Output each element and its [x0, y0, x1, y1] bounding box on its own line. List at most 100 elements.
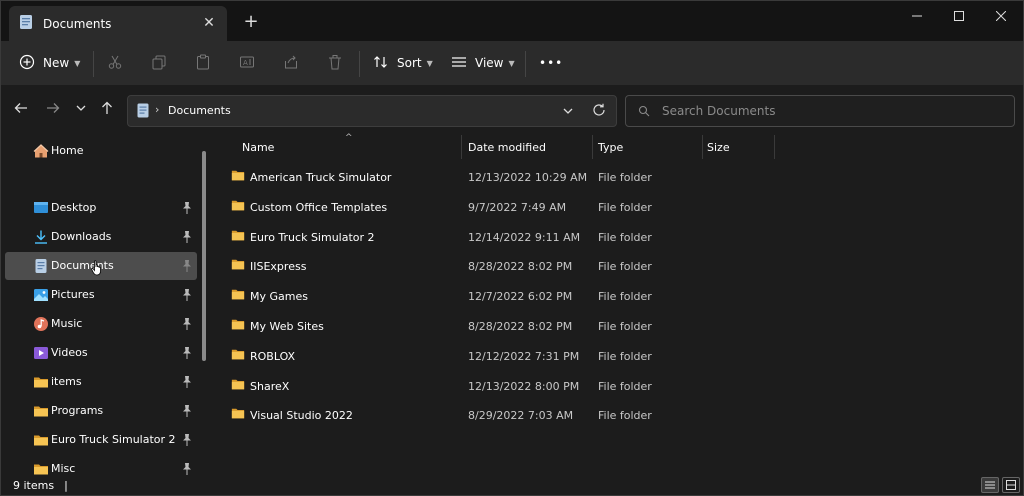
pin-icon[interactable]	[181, 346, 193, 360]
share-button[interactable]	[283, 51, 299, 75]
column-size[interactable]: Size	[707, 141, 730, 154]
forward-arrow-icon[interactable]	[44, 99, 62, 117]
videos-icon	[33, 345, 49, 361]
tiles-view-icon[interactable]	[1002, 477, 1020, 493]
file-row[interactable]: American Truck Simulator 12/13/2022 10:29…	[217, 163, 777, 191]
mouse-cursor-hand-icon	[91, 260, 103, 279]
sidebar-item-downloads[interactable]: Downloads	[5, 223, 197, 251]
new-button[interactable]: New ▼	[19, 51, 80, 75]
sidebar-item-label: items	[51, 375, 82, 388]
address-history-chevron-icon[interactable]	[562, 105, 574, 120]
folder-icon	[33, 432, 49, 448]
sidebar-item-label: Pictures	[51, 288, 95, 301]
pin-icon[interactable]	[181, 462, 193, 476]
file-row[interactable]: My Games 12/7/2022 6:02 PM File folder	[217, 282, 777, 310]
pin-icon[interactable]	[181, 288, 193, 302]
sidebar-item-euro-truck-simulator-2[interactable]: Euro Truck Simulator 2	[5, 426, 197, 454]
back-arrow-icon[interactable]	[12, 99, 30, 117]
column-divider[interactable]	[592, 135, 593, 159]
svg-text:A: A	[243, 59, 248, 67]
file-row[interactable]: Euro Truck Simulator 2 12/14/2022 9:11 AM…	[217, 223, 777, 251]
view-button[interactable]: View ▼	[451, 51, 515, 75]
sidebar-item-music[interactable]: Music	[5, 310, 197, 338]
sidebar-item-documents[interactable]: Documents	[5, 252, 197, 280]
breadcrumb-chevron-icon: ›	[155, 103, 160, 116]
close-window-icon[interactable]	[981, 5, 1021, 27]
sidebar-item-desktop[interactable]: Desktop	[5, 194, 197, 222]
column-name[interactable]: Name	[242, 141, 274, 154]
delete-button[interactable]	[327, 51, 343, 75]
column-header: ^ Name Date modified Type Size	[217, 133, 1023, 161]
sort-icon	[373, 54, 389, 73]
sidebar-item-home[interactable]: Home	[5, 137, 197, 165]
pin-icon[interactable]	[181, 259, 193, 273]
file-date-modified: 12/13/2022 8:00 PM	[468, 379, 580, 393]
up-arrow-icon[interactable]	[98, 99, 116, 117]
pin-icon[interactable]	[181, 317, 193, 331]
folder-icon	[231, 378, 245, 394]
toolbar-divider	[359, 51, 360, 77]
details-view-icon[interactable]	[981, 477, 999, 493]
file-type: File folder	[598, 320, 652, 333]
column-divider[interactable]	[461, 135, 462, 159]
sidebar-item-pictures[interactable]: Pictures	[5, 281, 197, 309]
minimize-icon[interactable]	[897, 5, 937, 27]
paste-button[interactable]	[195, 51, 211, 75]
address-bar[interactable]: › Documents	[127, 95, 617, 127]
folder-icon	[231, 288, 245, 304]
more-options-button[interactable]: •••	[539, 51, 563, 75]
cut-button[interactable]	[107, 51, 123, 75]
sidebar-item-items[interactable]: items	[5, 368, 197, 396]
copy-button[interactable]	[151, 51, 167, 75]
search-icon	[638, 105, 650, 120]
sidebar-scrollbar[interactable]	[202, 151, 206, 361]
pin-icon[interactable]	[181, 201, 193, 215]
maximize-icon[interactable]	[939, 5, 979, 27]
file-row[interactable]: IISExpress 8/28/2022 8:02 PM File folder	[217, 252, 777, 280]
pin-icon[interactable]	[181, 375, 193, 389]
file-name: Visual Studio 2022	[250, 409, 353, 423]
column-divider[interactable]	[702, 135, 703, 159]
document-icon	[33, 258, 49, 274]
recent-locations-chevron-icon[interactable]	[72, 99, 90, 117]
sidebar-item-videos[interactable]: Videos	[5, 339, 197, 367]
search-box[interactable]	[625, 95, 1015, 127]
file-date-modified: 8/28/2022 8:02 PM	[468, 320, 573, 333]
rename-button[interactable]: A	[239, 51, 255, 75]
column-type[interactable]: Type	[598, 141, 623, 154]
tab-documents[interactable]: Documents ✕	[9, 6, 227, 41]
refresh-icon[interactable]	[592, 103, 606, 120]
rename-icon: A	[239, 54, 255, 73]
sidebar-item-programs[interactable]: Programs	[5, 397, 197, 425]
column-date-modified[interactable]: Date modified	[468, 141, 546, 154]
file-row[interactable]: ROBLOX 12/12/2022 7:31 PM File folder	[217, 342, 777, 370]
file-row[interactable]: Custom Office Templates 9/7/2022 7:49 AM F…	[217, 193, 777, 221]
document-icon	[137, 103, 149, 121]
folder-icon	[33, 403, 49, 419]
file-row[interactable]: Visual Studio 2022 8/29/2022 7:03 AM File …	[217, 401, 777, 429]
file-name: ROBLOX	[250, 349, 296, 363]
view-label: View	[475, 56, 504, 70]
file-row[interactable]: My Web Sites 8/28/2022 8:02 PM File folder	[217, 312, 777, 340]
breadcrumb-documents[interactable]: Documents	[168, 104, 231, 117]
search-input[interactable]	[660, 102, 990, 120]
folder-icon	[231, 229, 245, 245]
file-date-modified: 9/7/2022 7:49 AM	[468, 200, 567, 214]
trash-icon	[327, 54, 343, 73]
file-type: File folder	[598, 409, 652, 423]
file-name: My Games	[250, 290, 308, 304]
pin-icon[interactable]	[181, 433, 193, 447]
file-date-modified: 12/12/2022 7:31 PM	[468, 349, 580, 363]
sort-button[interactable]: Sort ▼	[373, 51, 433, 75]
pin-icon[interactable]	[181, 230, 193, 244]
folder-icon	[231, 348, 245, 364]
new-tab-icon[interactable]: +	[241, 11, 261, 32]
column-divider[interactable]	[774, 135, 775, 159]
pictures-icon	[33, 287, 49, 303]
file-row[interactable]: ShareX 12/13/2022 8:00 PM File folder	[217, 372, 777, 400]
navigation-pane: Home Desktop Downloads Documents Picture…	[1, 133, 213, 477]
folder-icon	[231, 318, 245, 334]
close-tab-icon[interactable]: ✕	[201, 15, 217, 31]
pin-icon[interactable]	[181, 404, 193, 418]
chevron-down-icon: ▼	[74, 58, 81, 68]
